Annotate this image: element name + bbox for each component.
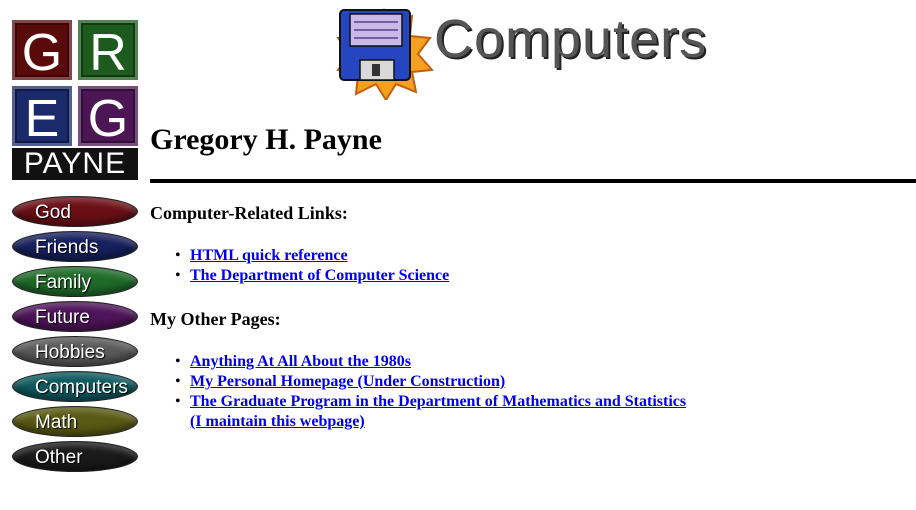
other-pages-list: Anything At All About the 1980s My Perso… [175,352,686,432]
link-personal-homepage[interactable]: My Personal Homepage (Under Construction… [190,373,505,390]
computers-logo-text: Computers [434,9,708,69]
logo-letter: R [78,20,138,82]
nav-god[interactable]: God [12,196,138,227]
section-heading-computer-links: Computer-Related Links: [150,203,348,223]
list-item: HTML quick reference [175,246,449,266]
logo-letter: G [78,86,138,148]
list-item: My Personal Homepage (Under Construction… [175,372,686,392]
greg-payne-logo: G R E G PAYNE [12,20,138,180]
nav-math[interactable]: Math [12,406,138,437]
nav-hobbies[interactable]: Hobbies [12,336,138,367]
list-item: The Department of Computer Science [175,266,449,286]
list-item: The Graduate Program in the Department o… [175,392,686,432]
link-maintainer-note[interactable]: (I maintain this webpage) [190,413,365,430]
logo-surname: PAYNE [12,148,138,180]
link-graduate-program[interactable]: The Graduate Program in the Department o… [190,393,686,410]
section-heading-other-pages: My Other Pages: [150,309,281,329]
logo-letter: E [12,86,72,148]
computers-header-logo: Computers [334,2,734,100]
nav-friends[interactable]: Friends [12,231,138,262]
nav-other[interactable]: Other [12,441,138,472]
link-department-computer-science[interactable]: The Department of Computer Science [190,267,449,284]
floppy-disk-icon [336,8,434,100]
page-title: Gregory H. Payne [150,123,382,156]
logo-letter: G [12,20,72,82]
nav-future[interactable]: Future [12,301,138,332]
sidebar-nav: God Friends Family Future Hobbies Comput… [12,196,140,476]
nav-computers[interactable]: Computers [12,371,138,402]
list-item: Anything At All About the 1980s [175,352,686,372]
link-1980s[interactable]: Anything At All About the 1980s [190,353,411,370]
link-html-quick-reference[interactable]: HTML quick reference [190,247,348,264]
computer-links-list: HTML quick reference The Department of C… [175,246,449,286]
nav-family[interactable]: Family [12,266,138,297]
horizontal-rule [150,179,916,183]
